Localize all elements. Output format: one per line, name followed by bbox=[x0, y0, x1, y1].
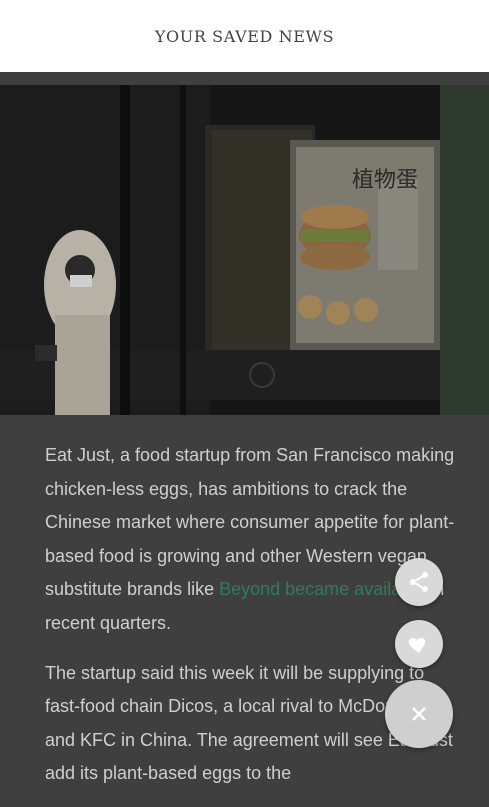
article-paragraph-1: Eat Just, a food startup from San Franci… bbox=[45, 445, 455, 633]
share-icon bbox=[410, 572, 428, 592]
article-body: Eat Just, a food startup from San Franci… bbox=[45, 439, 455, 807]
heart-icon bbox=[408, 638, 426, 653]
hero-illustration: 植物蛋 bbox=[0, 85, 489, 415]
page-title: YOUR SAVED NEWS bbox=[154, 26, 335, 46]
share-button[interactable] bbox=[395, 558, 443, 606]
close-icon bbox=[412, 707, 426, 721]
like-button[interactable] bbox=[395, 620, 443, 668]
sign-text: 植物蛋 bbox=[352, 168, 418, 193]
close-button[interactable] bbox=[385, 680, 453, 748]
article-hero-image: 植物蛋 bbox=[0, 85, 489, 415]
app-header: YOUR SAVED NEWS bbox=[0, 0, 489, 72]
